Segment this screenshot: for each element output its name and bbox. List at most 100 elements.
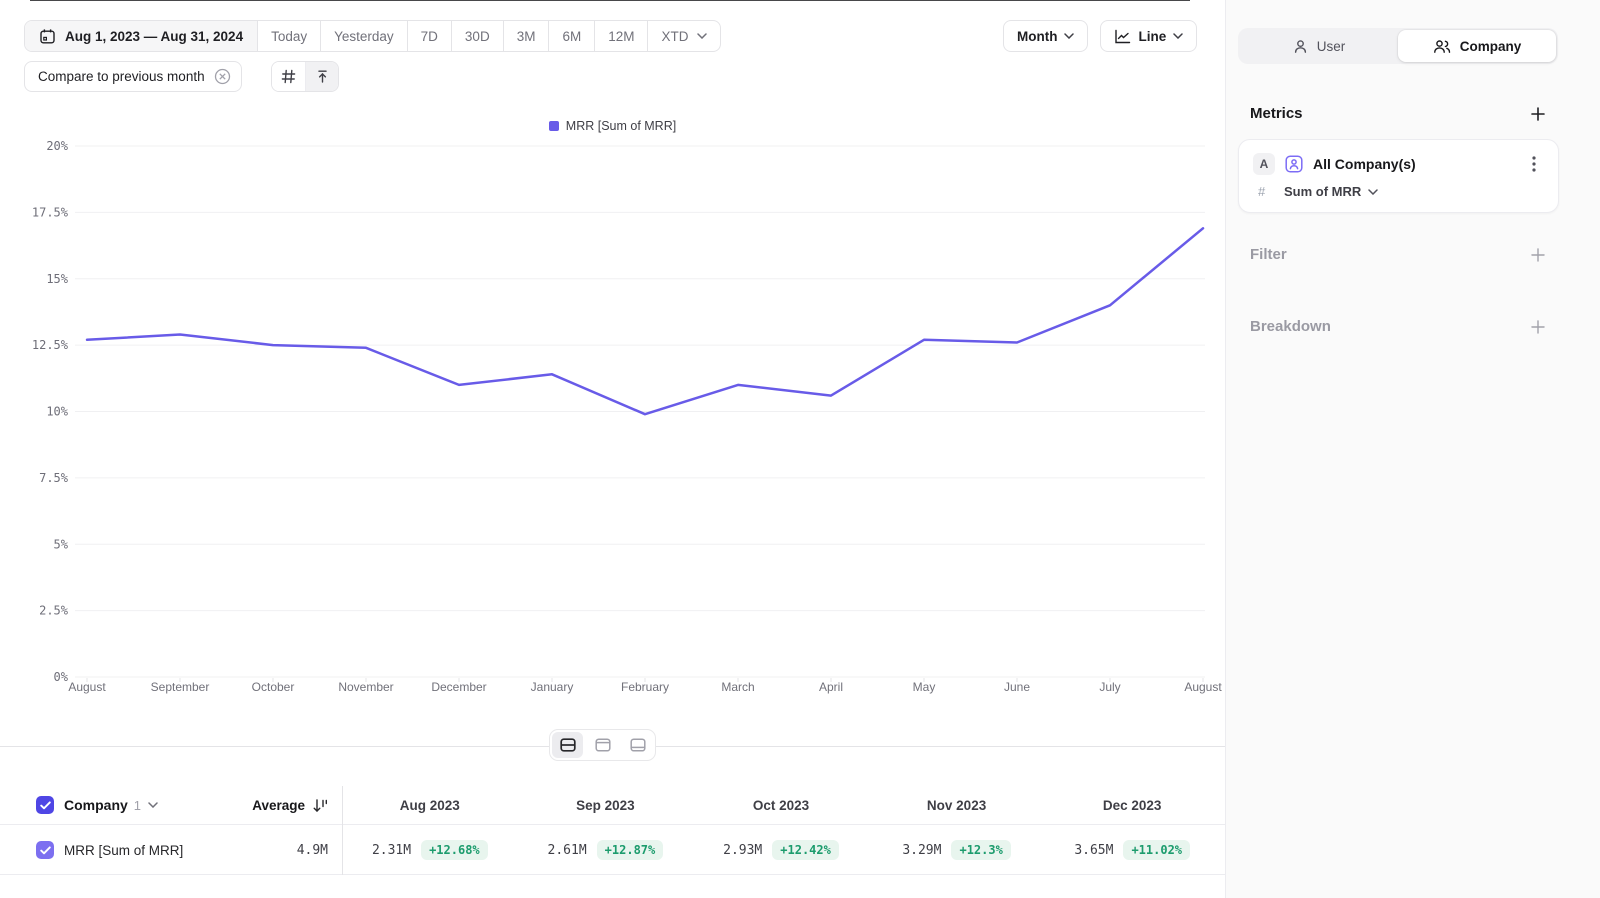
x-axis-label: December — [431, 680, 486, 694]
user-icon — [1293, 39, 1308, 54]
metric-options-button[interactable] — [1524, 154, 1544, 174]
month-column-header[interactable]: Aug 2023 — [342, 786, 518, 824]
month-column-header[interactable]: Nov 2023 — [869, 786, 1045, 824]
metric-row-average: 4.9M — [297, 843, 328, 858]
remove-compare-icon[interactable] — [214, 68, 231, 85]
month-column-header[interactable]: Oct 2023 — [693, 786, 869, 824]
date-range-button[interactable]: Aug 1, 2023 — Aug 31, 2024 — [25, 21, 257, 51]
metric-card[interactable]: A All Company(s) # Sum of MRR — [1238, 139, 1559, 213]
mrr-line-chart[interactable]: 0%2.5%5%7.5%10%12.5%15%17.5%20%AugustSep… — [40, 140, 1225, 700]
y-axis-label: 12.5% — [32, 338, 69, 352]
month-value: 2.61M — [548, 843, 587, 858]
plus-icon — [1530, 106, 1546, 122]
preset-xtd[interactable]: XTD — [647, 21, 720, 51]
preset-yesterday[interactable]: Yesterday — [320, 21, 407, 51]
filter-section-title: Filter — [1250, 246, 1287, 263]
granularity-select[interactable]: Month — [1003, 20, 1088, 52]
preset-6m[interactable]: 6M — [548, 21, 594, 51]
preset-30d[interactable]: 30D — [451, 21, 503, 51]
cumulative-toggle-button[interactable] — [305, 62, 338, 91]
month-value: 3.65M — [1074, 843, 1113, 858]
view-chart-only-button[interactable] — [587, 732, 618, 758]
entity-count: 1 — [134, 798, 141, 813]
chart-type-select[interactable]: Line — [1100, 20, 1197, 52]
chevron-down-icon[interactable] — [148, 802, 158, 808]
chart-controls: Month Line — [1003, 20, 1197, 52]
month-value-cell: 2.93M +12.42% — [693, 826, 869, 874]
metric-letter-badge: A — [1253, 153, 1275, 175]
config-panel: User Company Metrics A All Company(s) # … — [1225, 0, 1600, 898]
panel-top-icon — [595, 738, 611, 752]
delta-badge: +12.68% — [421, 840, 488, 860]
layout-toggle-group — [549, 729, 656, 761]
add-breakdown-button[interactable] — [1528, 317, 1548, 337]
x-axis-label: January — [531, 680, 574, 694]
sort-icon[interactable] — [312, 798, 328, 813]
arrow-up-from-line-icon — [315, 69, 330, 84]
metric-name: All Company(s) — [1313, 156, 1416, 172]
grid-toggle-button[interactable] — [272, 62, 305, 91]
month-column-header[interactable]: Sep 2023 — [518, 786, 694, 824]
chart-option-toggles — [271, 61, 339, 92]
row-checkbox[interactable] — [36, 841, 54, 859]
x-axis-label: June — [1004, 680, 1030, 694]
y-axis-label: 0% — [54, 670, 69, 684]
entity-column-label: Company — [64, 797, 128, 813]
x-axis-label: October — [252, 680, 295, 694]
chevron-down-icon — [1173, 33, 1183, 39]
row-cells: 2.31M +12.68% 2.61M +12.87% 2.93M +12.42… — [342, 826, 1220, 874]
tab-company[interactable]: Company — [1398, 30, 1556, 62]
view-table-only-button[interactable] — [622, 732, 653, 758]
users-icon — [1433, 39, 1451, 54]
kebab-icon — [1532, 156, 1536, 172]
preset-3m[interactable]: 3M — [503, 21, 549, 51]
month-value: 2.93M — [723, 843, 762, 858]
average-column-label: Average — [252, 798, 305, 813]
chevron-down-icon — [1368, 189, 1378, 195]
plus-icon — [1530, 247, 1546, 263]
x-axis-label: April — [819, 680, 843, 694]
add-metric-button[interactable] — [1528, 104, 1548, 124]
chevron-down-icon — [1064, 33, 1074, 39]
grid-icon — [281, 69, 296, 84]
y-axis-label: 15% — [46, 272, 68, 286]
month-value-cell: 2.31M +12.68% — [342, 826, 518, 874]
month-value-cell: 2.61M +12.87% — [518, 826, 694, 874]
y-axis-label: 5% — [54, 537, 69, 551]
delta-badge: +12.42% — [772, 840, 839, 860]
tab-user[interactable]: User — [1240, 30, 1398, 62]
y-axis-label: 7.5% — [39, 471, 69, 485]
delta-badge: +11.02% — [1123, 840, 1190, 860]
split-rows-icon — [560, 738, 576, 752]
panel-bottom-icon — [630, 738, 646, 752]
x-axis-label: February — [621, 680, 669, 694]
chart-legend[interactable]: MRR [Sum of MRR] — [0, 119, 1225, 133]
month-value-cell: 3.65M +11.02% — [1044, 826, 1220, 874]
y-axis-label: 17.5% — [32, 205, 69, 219]
view-chart-and-table-button[interactable] — [552, 732, 583, 758]
table-column-divider — [342, 786, 343, 875]
table-row[interactable]: MRR [Sum of MRR] 4.9M 2.31M +12.68% 2.61… — [0, 826, 1225, 875]
aggregation-select[interactable]: Sum of MRR — [1284, 184, 1378, 199]
mrr-series-line — [87, 228, 1203, 414]
compare-chip[interactable]: Compare to previous month — [24, 61, 242, 92]
y-axis-label: 20% — [46, 139, 68, 153]
y-axis-label: 2.5% — [39, 604, 69, 618]
preset-7d[interactable]: 7D — [407, 21, 451, 51]
x-axis-label: August — [68, 680, 106, 694]
month-value: 2.31M — [372, 843, 411, 858]
month-column-header[interactable]: Dec 2023 — [1044, 786, 1220, 824]
legend-swatch — [549, 121, 559, 131]
date-range-label: Aug 1, 2023 — Aug 31, 2024 — [65, 29, 243, 44]
delta-badge: +12.87% — [597, 840, 664, 860]
add-filter-button[interactable] — [1528, 245, 1548, 265]
month-value: 3.29M — [902, 843, 941, 858]
table-header: Company 1 Average Aug 2023Sep 2023Oct 20… — [0, 786, 1225, 825]
contact-card-icon — [1284, 154, 1304, 174]
metrics-section-title: Metrics — [1250, 105, 1303, 122]
analytics-main: Aug 1, 2023 — Aug 31, 2024 TodayYesterda… — [0, 0, 1225, 898]
date-range-group: Aug 1, 2023 — Aug 31, 2024 TodayYesterda… — [24, 20, 721, 52]
preset-12m[interactable]: 12M — [594, 21, 647, 51]
select-all-checkbox[interactable] — [36, 796, 54, 814]
preset-today[interactable]: Today — [257, 21, 320, 51]
